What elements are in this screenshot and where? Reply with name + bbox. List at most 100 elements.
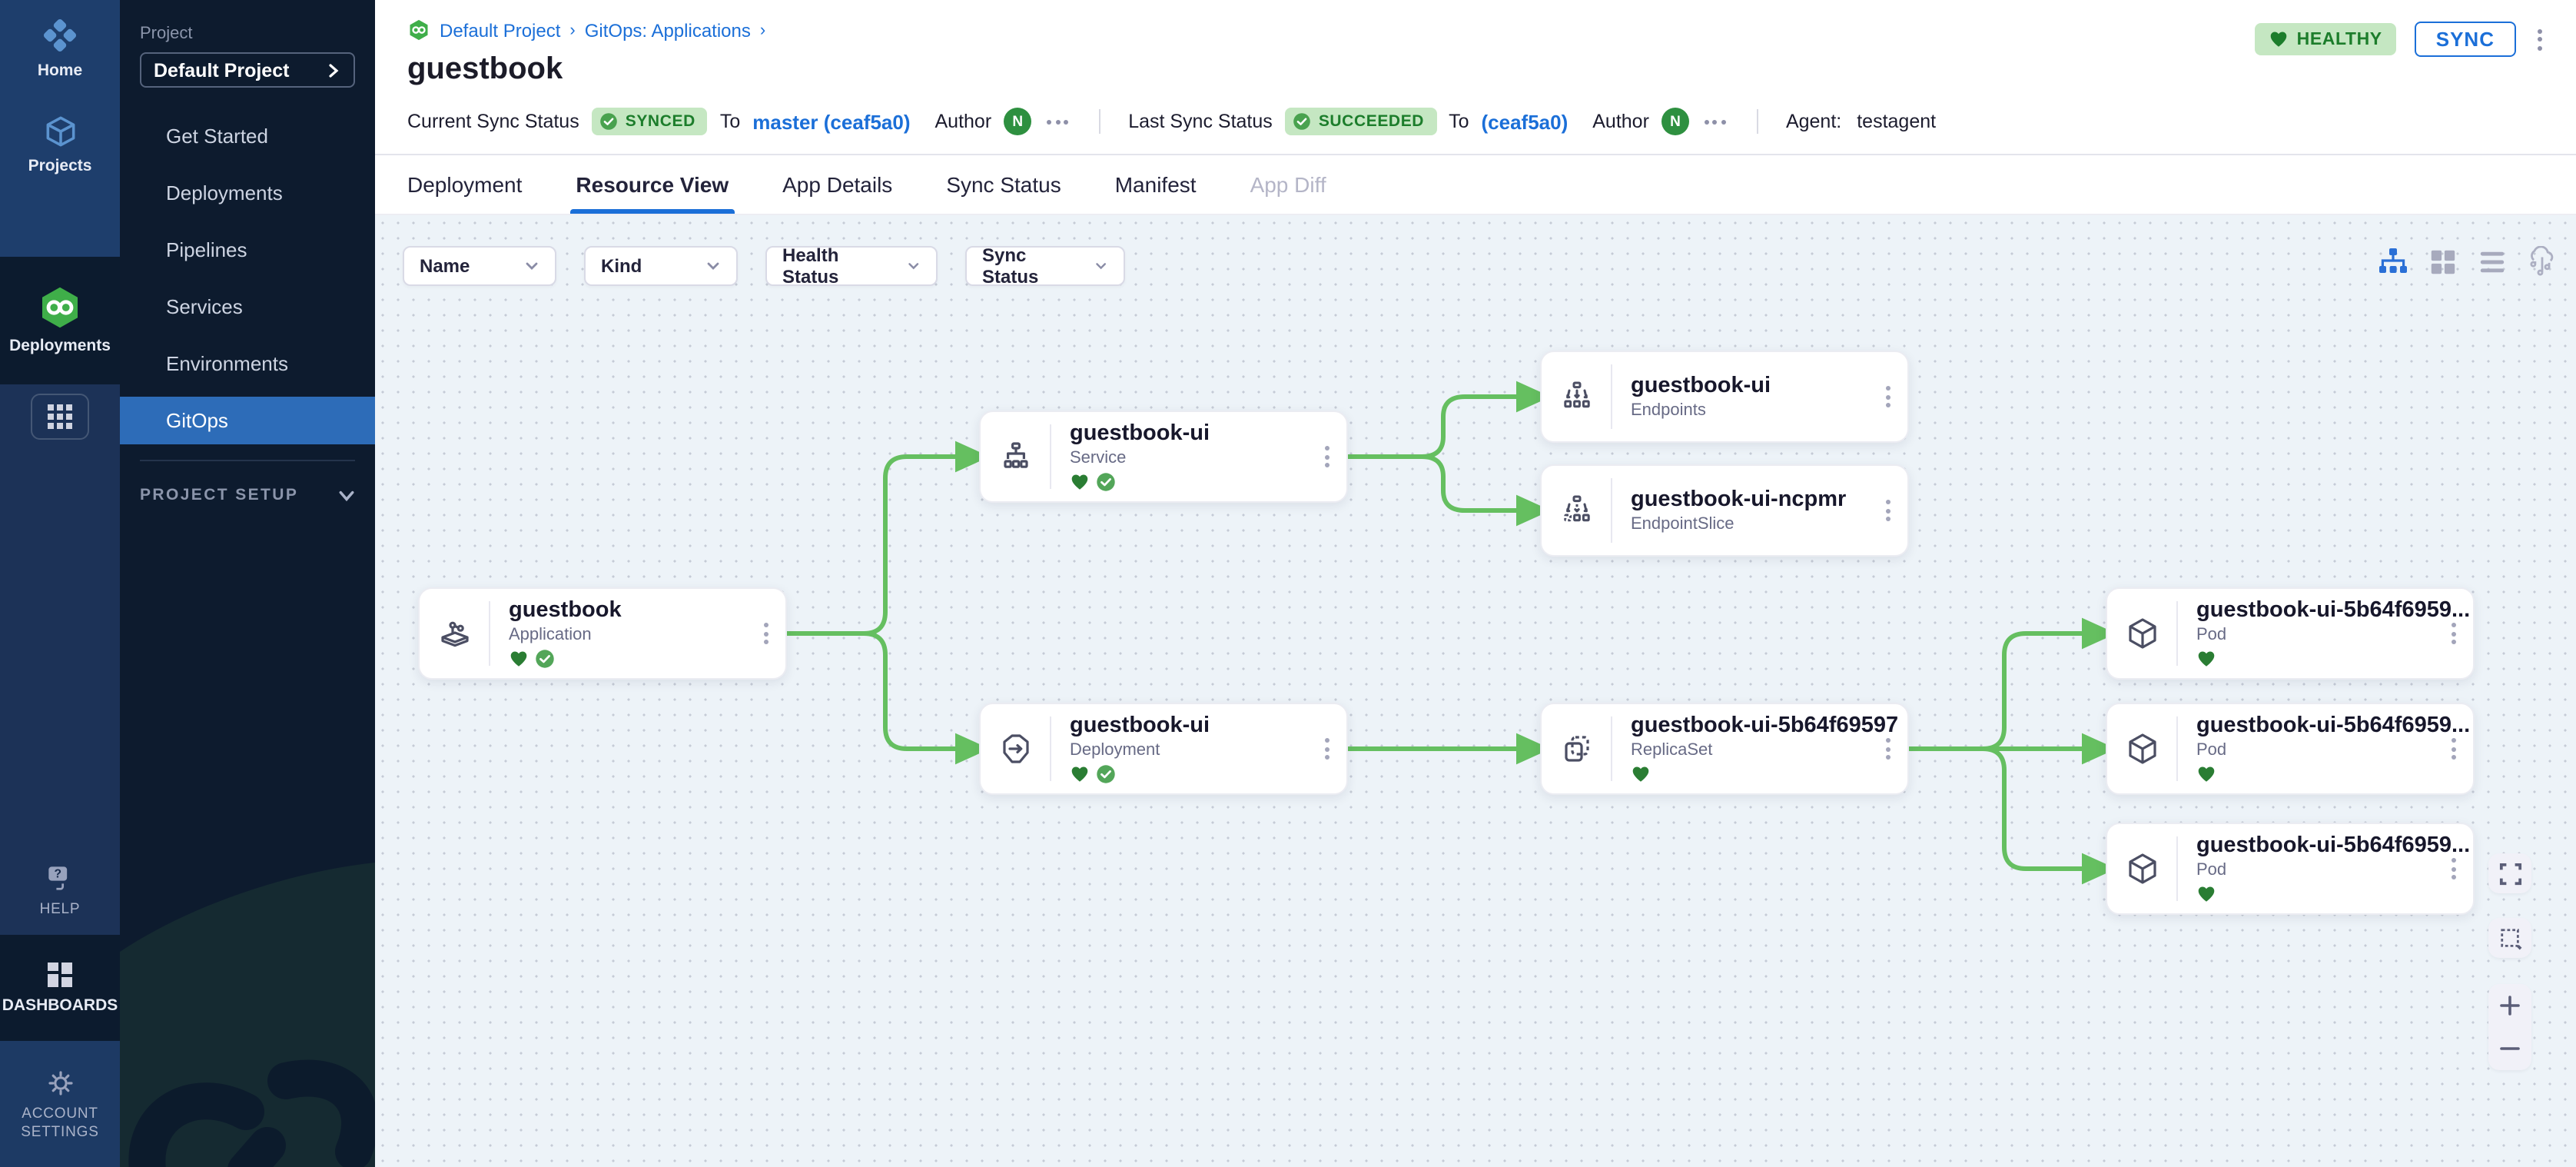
filter-bar: Name Kind Health Status Sync Status (403, 246, 1125, 286)
health-status-text: HEALTHY (2297, 30, 2382, 48)
node-endpoints-guestbook-ui[interactable]: guestbook-ui Endpoints (1540, 351, 1909, 443)
home-icon (40, 15, 80, 55)
node-name: guestbook-ui (1070, 713, 1346, 739)
node-menu-kebab[interactable] (1883, 497, 1894, 524)
tree-view-icon (2378, 246, 2408, 277)
service-kind-icon (981, 424, 1051, 489)
replicaset-kind-icon (1542, 716, 1612, 781)
fit-to-screen-button[interactable] (2488, 853, 2531, 893)
filter-name-dropdown[interactable]: Name (403, 246, 556, 286)
node-menu-kebab[interactable] (1883, 383, 1894, 411)
nav-dashboards[interactable]: DASHBOARDS (0, 944, 120, 1032)
node-body: guestbook Application (490, 589, 785, 678)
breadcrumb-project[interactable]: Default Project (440, 19, 560, 41)
node-pod-3[interactable]: guestbook-ui-5b64f6959... Pod (2106, 823, 2475, 915)
chevron-down-icon (338, 487, 355, 504)
commit-message-ellipsis[interactable] (1701, 119, 1729, 124)
filter-kind-dropdown[interactable]: Kind (584, 246, 738, 286)
selection-rect-icon (2498, 926, 2521, 949)
node-service-guestbook-ui[interactable]: guestbook-ui Service (979, 411, 1348, 503)
tab-app-details[interactable]: App Details (782, 155, 892, 214)
list-view-toggle[interactable] (2478, 247, 2507, 276)
node-menu-kebab[interactable] (2448, 735, 2459, 763)
node-name: guestbook-ui (1070, 421, 1346, 447)
project-setup-toggle[interactable]: PROJECT SETUP (140, 486, 355, 504)
sidebar-item-get-started[interactable]: Get Started (120, 112, 375, 160)
nav-help[interactable]: ? HELP (0, 846, 120, 935)
node-body: guestbook-ui Service (1051, 412, 1346, 501)
project-setup-label: PROJECT SETUP (140, 486, 298, 504)
node-application-guestbook[interactable]: guestbook Application (418, 587, 787, 680)
tab-app-diff[interactable]: App Diff (1250, 155, 1326, 214)
node-menu-kebab[interactable] (1883, 735, 1894, 763)
author-avatar[interactable]: N (1661, 108, 1689, 135)
rail-account-settings: ACCOUNT SETTINGS (0, 1041, 120, 1167)
nav-account-settings-label: ACCOUNT SETTINGS (11, 1105, 109, 1142)
filter-kind-label: Kind (601, 255, 642, 277)
zoom-in-button[interactable] (2488, 984, 2531, 1027)
endpointslice-icon (1558, 492, 1595, 529)
node-menu-kebab[interactable] (1322, 735, 1333, 763)
healthy-heart-icon (1070, 764, 1090, 784)
sync-button[interactable]: SYNC (2415, 22, 2516, 57)
nav-projects[interactable]: Projects (0, 97, 120, 192)
grid-view-toggle[interactable] (2428, 247, 2458, 276)
resource-tree-canvas[interactable]: Name Kind Health Status Sync Status (375, 215, 2576, 1167)
node-endpointslice-guestbook-ui-ncpmr[interactable]: guestbook-ui-ncpmr EndpointSlice (1540, 464, 1909, 557)
nav-account-settings[interactable]: ACCOUNT SETTINGS (0, 1051, 120, 1157)
gitops-logo-icon (407, 18, 430, 42)
tree-view-toggle[interactable] (2378, 246, 2408, 277)
node-menu-kebab[interactable] (761, 620, 772, 647)
chevron-down-icon (705, 258, 721, 274)
selection-tool-button[interactable] (2488, 918, 2531, 958)
sync-status-row: Current Sync Status SYNCED To master (ce… (407, 108, 2548, 154)
chevron-down-icon (907, 258, 921, 274)
project-selector[interactable]: Default Project (140, 52, 355, 88)
last-sync-target-link[interactable]: (ceaf5a0) (1482, 110, 1569, 133)
sidebar-item-gitops[interactable]: GitOps (120, 397, 375, 444)
zoom-out-button[interactable] (2488, 1027, 2531, 1070)
tab-resource-view[interactable]: Resource View (576, 155, 729, 214)
node-pod-2[interactable]: guestbook-ui-5b64f6959... Pod (2106, 703, 2475, 795)
nav-home[interactable]: Home (0, 0, 120, 97)
chevron-right-icon (326, 62, 341, 78)
healthy-heart-icon (509, 649, 529, 669)
sidebar-item-pipelines[interactable]: Pipelines (120, 226, 375, 274)
primary-nav-rail: Home Projects Deployments (0, 0, 120, 1167)
module-switcher-button[interactable] (31, 394, 89, 440)
commit-message-ellipsis[interactable] (1044, 119, 1071, 124)
author-avatar[interactable]: N (1004, 108, 1031, 135)
synced-badge-text: SYNCED (626, 112, 695, 131)
filter-health-status-dropdown[interactable]: Health Status (765, 246, 938, 286)
node-pod-1[interactable]: guestbook-ui-5b64f6959... Pod (2106, 587, 2475, 680)
nav-deployments[interactable]: Deployments (0, 269, 120, 372)
current-sync-target-link[interactable]: master (ceaf5a0) (752, 110, 910, 133)
tab-deployment[interactable]: Deployment (407, 155, 522, 214)
tab-sync-status[interactable]: Sync Status (946, 155, 1061, 214)
healthy-heart-icon (2196, 764, 2216, 784)
node-replicaset-guestbook-ui-5b64f69597[interactable]: guestbook-ui-5b64f69597 ReplicaSet (1540, 703, 1909, 795)
node-deployment-guestbook-ui[interactable]: guestbook-ui Deployment (979, 703, 1348, 795)
synced-check-icon (1096, 764, 1116, 784)
node-menu-kebab[interactable] (2448, 855, 2459, 883)
network-view-toggle[interactable] (2527, 246, 2558, 277)
node-kind: EndpointSlice (1631, 515, 1907, 534)
pod-kind-icon (2107, 716, 2178, 781)
node-body: guestbook-ui-5b64f6959... Pod (2178, 704, 2473, 793)
node-menu-kebab[interactable] (1322, 443, 1333, 470)
chevron-down-icon (524, 258, 539, 274)
sidebar-item-environments[interactable]: Environments (120, 340, 375, 387)
tab-manifest[interactable]: Manifest (1115, 155, 1197, 214)
node-menu-kebab[interactable] (2448, 620, 2459, 647)
app-menu-kebab[interactable] (2535, 25, 2545, 53)
node-body: guestbook-ui-ncpmr EndpointSlice (1612, 466, 1907, 555)
pod-icon (2123, 730, 2160, 767)
pod-kind-icon (2107, 836, 2178, 901)
endpoints-kind-icon (1542, 364, 1612, 429)
sidebar-item-services[interactable]: Services (120, 283, 375, 331)
filter-sync-status-dropdown[interactable]: Sync Status (965, 246, 1125, 286)
app-window: Home Projects Deployments (0, 0, 2576, 1167)
sidebar-divider (140, 460, 355, 461)
breadcrumb-applications[interactable]: GitOps: Applications (585, 19, 751, 41)
sidebar-item-deployments[interactable]: Deployments (120, 169, 375, 217)
